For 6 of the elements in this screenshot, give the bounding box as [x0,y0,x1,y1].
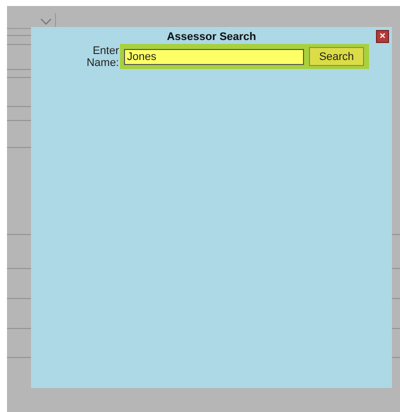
chevron-icon [40,18,52,25]
dialog-title: Assessor Search [166,31,256,43]
search-button[interactable]: Search [309,47,364,66]
close-button[interactable]: × [376,30,389,43]
name-field[interactable]: Jones [124,48,304,64]
field-label: Enter Name: [86,44,119,68]
